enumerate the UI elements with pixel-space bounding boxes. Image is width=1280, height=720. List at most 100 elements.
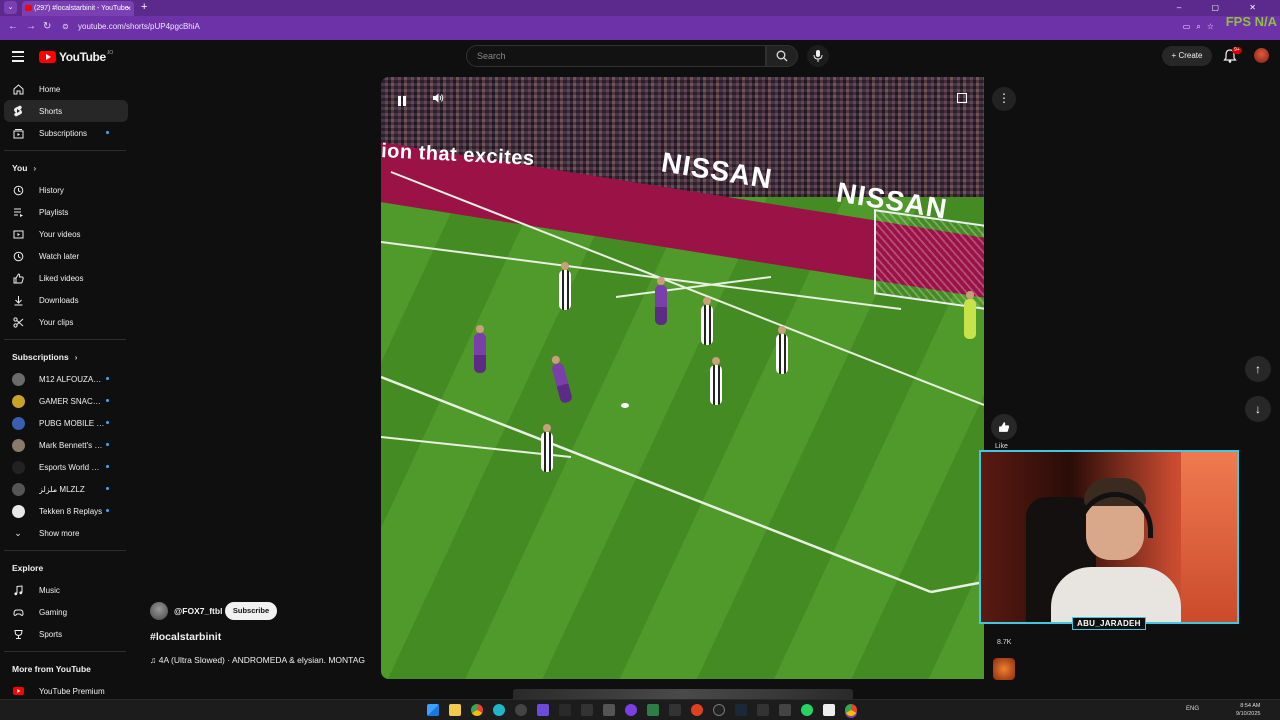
clock-time: 8:54 AM bbox=[1240, 703, 1261, 709]
subscriptions-icon bbox=[12, 127, 24, 139]
app-icon[interactable] bbox=[559, 704, 571, 716]
back-icon[interactable]: ← bbox=[8, 21, 18, 32]
music-icon bbox=[12, 584, 24, 596]
sidebar-subscription-item[interactable]: M12 ALFOUZAN ... bbox=[4, 368, 128, 390]
sidebar-item-label: Mark Bennett's C... bbox=[39, 440, 105, 450]
tab-close-icon[interactable]: × bbox=[126, 1, 131, 16]
sidebar-subscription-item[interactable]: GAMER SNACK | ... bbox=[4, 390, 128, 412]
app-icon[interactable] bbox=[757, 704, 769, 716]
app-icon[interactable] bbox=[625, 704, 637, 716]
app-icon[interactable] bbox=[779, 704, 791, 716]
more-options-button[interactable]: ⋮ bbox=[992, 87, 1016, 111]
search-input[interactable]: Search bbox=[466, 45, 766, 67]
sidebar-item-sports[interactable]: Sports bbox=[4, 623, 128, 645]
share-count-label: 8.7K bbox=[997, 639, 1012, 646]
player-white bbox=[701, 297, 713, 345]
like-button[interactable] bbox=[991, 414, 1017, 440]
short-title[interactable]: #localstarbinit bbox=[150, 631, 221, 643]
sidebar-item-label: ملزلز MLZLZ bbox=[39, 484, 85, 494]
search-button[interactable] bbox=[766, 45, 798, 67]
player-white bbox=[776, 326, 788, 374]
pause-button[interactable] bbox=[398, 93, 408, 106]
sidebar-subscription-item[interactable]: PUBG MOBILE E... bbox=[4, 412, 128, 434]
sidebar-item-watch-later[interactable]: Watch later bbox=[4, 245, 128, 267]
site-info-icon[interactable]: ⊜ bbox=[62, 22, 69, 31]
window-controls[interactable]: – ▢ ✕ bbox=[1177, 0, 1270, 15]
windows-start-icon[interactable] bbox=[427, 704, 439, 716]
address-bar-actions-icon[interactable]: ▭⌕☆ bbox=[1183, 22, 1220, 32]
app-icon[interactable] bbox=[713, 704, 725, 716]
sidebar-section-subscriptions[interactable]: Subscriptions › bbox=[4, 346, 128, 368]
sidebar-subscription-item[interactable]: Tekken 8 Replays bbox=[4, 500, 128, 522]
app-icon[interactable] bbox=[669, 704, 681, 716]
player-white bbox=[559, 262, 571, 310]
app-icon[interactable] bbox=[581, 704, 593, 716]
sidebar-item-subscriptions[interactable]: Subscriptions bbox=[4, 122, 128, 144]
youtube-logo[interactable]: YouTube JO bbox=[39, 49, 114, 64]
sidebar-item-liked-videos[interactable]: Liked videos bbox=[4, 267, 128, 289]
steam-icon[interactable] bbox=[735, 704, 747, 716]
sidebar-section-you[interactable]: You › bbox=[4, 157, 128, 179]
create-button[interactable]: + Create bbox=[1162, 46, 1212, 66]
fullscreen-icon[interactable] bbox=[957, 93, 967, 103]
sidebar-item-shorts[interactable]: Shorts bbox=[4, 100, 128, 122]
sidebar-item-your-clips[interactable]: Your clips bbox=[4, 311, 128, 333]
sidebar-item-your-videos[interactable]: Your videos bbox=[4, 223, 128, 245]
sidebar-item-label: Show more bbox=[39, 528, 80, 538]
file-explorer-icon[interactable] bbox=[449, 704, 461, 716]
logo-country: JO bbox=[106, 49, 114, 56]
app-icon[interactable] bbox=[647, 704, 659, 716]
sidebar-subscription-item[interactable]: ملزلز MLZLZ bbox=[4, 478, 128, 500]
previous-short-button[interactable]: ↑ bbox=[1245, 356, 1271, 382]
channel-name[interactable]: @FOX7_ftbl bbox=[174, 606, 222, 616]
taskbar-preview-strip bbox=[513, 689, 853, 699]
reload-icon[interactable]: ↻ bbox=[43, 21, 51, 32]
chrome-active-icon[interactable] bbox=[845, 704, 857, 716]
sidebar-item-playlists[interactable]: Playlists bbox=[4, 201, 128, 223]
voice-search-button[interactable] bbox=[807, 45, 829, 67]
new-tab-button[interactable]: + bbox=[141, 0, 147, 15]
app-icon[interactable] bbox=[603, 704, 615, 716]
sidebar-item-downloads[interactable]: Downloads bbox=[4, 289, 128, 311]
player-purple bbox=[474, 325, 486, 373]
short-music[interactable]: ♫ 4A (Ultra Slowed) · ANDROMEDA & elysia… bbox=[150, 655, 374, 665]
sidebar-subscription-item[interactable]: Mark Bennett's C... bbox=[4, 434, 128, 456]
subscribe-button[interactable]: Subscribe bbox=[225, 602, 277, 620]
account-avatar[interactable] bbox=[1254, 48, 1269, 63]
sidebar-item-home[interactable]: Home bbox=[4, 78, 128, 100]
sidebar-item-history[interactable]: History bbox=[4, 179, 128, 201]
sidebar-item-music[interactable]: Music bbox=[4, 579, 128, 601]
new-content-dot bbox=[106, 509, 109, 512]
notepad-icon[interactable] bbox=[823, 704, 835, 716]
chrome-icon[interactable] bbox=[471, 704, 483, 716]
input-language[interactable]: ENG bbox=[1186, 706, 1199, 712]
chevron-down-icon: ⌄ bbox=[14, 527, 22, 538]
like-label: Like bbox=[995, 443, 1008, 450]
next-short-button[interactable]: ↓ bbox=[1245, 396, 1271, 422]
url-field[interactable]: youtube.com/shorts/pUP4pgcBhiA bbox=[78, 22, 200, 31]
channel-avatar[interactable] bbox=[150, 602, 168, 620]
webcam-background-window bbox=[1181, 452, 1237, 622]
obs-icon[interactable] bbox=[691, 704, 703, 716]
sidebar-item-gaming[interactable]: Gaming bbox=[4, 601, 128, 623]
sound-source-avatar[interactable] bbox=[993, 658, 1015, 680]
tab-menu-button[interactable]: ⌄ bbox=[4, 1, 17, 14]
sidebar-subscription-item[interactable]: Esports World Cup bbox=[4, 456, 128, 478]
edge-icon[interactable] bbox=[493, 704, 505, 716]
system-clock[interactable]: 8:54 AM 9/10/2025 bbox=[1236, 702, 1260, 718]
sidebar-item-label: Sports bbox=[39, 629, 63, 639]
volume-icon[interactable] bbox=[432, 92, 444, 104]
forward-icon[interactable]: → bbox=[26, 21, 36, 32]
shorts-video-player[interactable]: ion that excites NISSAN NISSAN bbox=[381, 77, 984, 679]
browser-tab[interactable]: (297) #localstarbinit - YouTube × bbox=[22, 1, 134, 16]
app-icon[interactable] bbox=[515, 704, 527, 716]
whatsapp-icon[interactable] bbox=[801, 704, 813, 716]
channel-avatar-icon bbox=[12, 394, 25, 408]
hamburger-menu-icon[interactable] bbox=[12, 51, 24, 62]
pitch-lines bbox=[381, 171, 984, 594]
channel-avatar-icon bbox=[12, 416, 25, 430]
section-heading: Explore bbox=[12, 563, 44, 573]
chevron-right-icon: › bbox=[74, 352, 78, 362]
sidebar-item-show-more[interactable]: ⌄ Show more bbox=[4, 522, 128, 544]
discord-icon[interactable] bbox=[537, 704, 549, 716]
